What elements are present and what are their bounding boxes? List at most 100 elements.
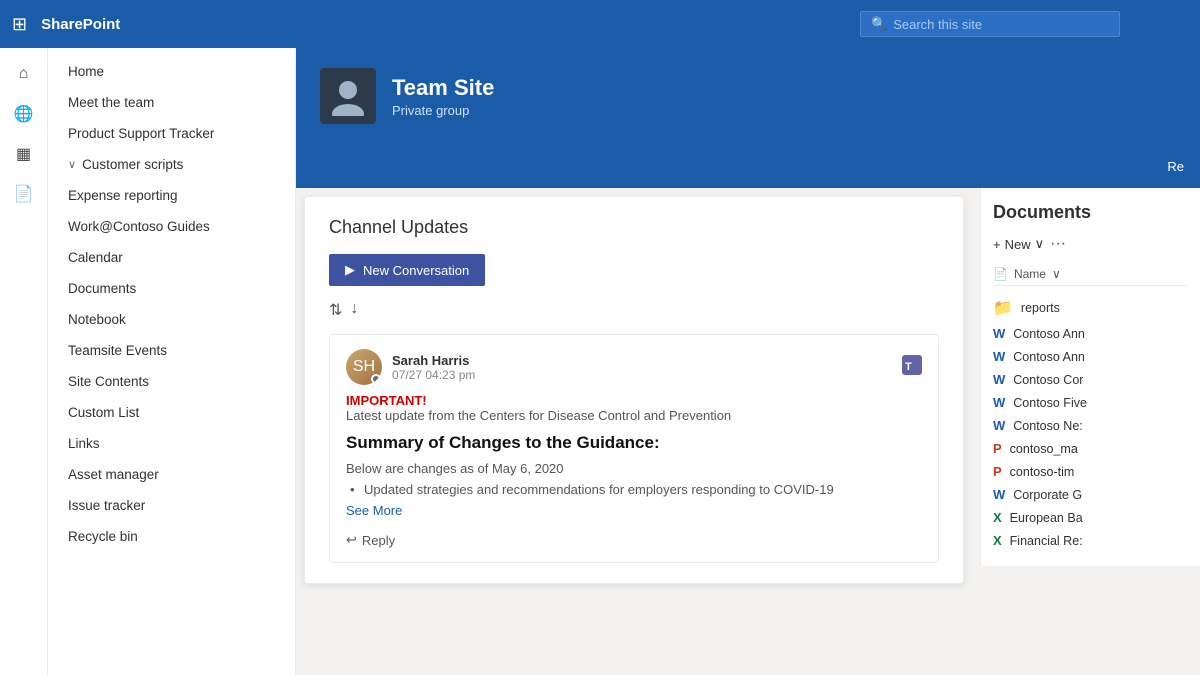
sidebar-label-custom-list: Custom List	[68, 405, 139, 420]
play-icon: ▶	[345, 262, 355, 278]
sidebar-label-issue: Issue tracker	[68, 498, 145, 513]
new-conversation-label: New Conversation	[363, 263, 469, 278]
sidebar-item-issue[interactable]: Issue tracker	[48, 490, 295, 521]
site-title: Team Site	[392, 75, 494, 101]
word-icon-4: W	[993, 418, 1005, 433]
globe-rail-icon[interactable]: 🌐	[6, 96, 42, 132]
doc-row-2[interactable]: W Contoso Cor	[993, 368, 1188, 391]
sort-controls[interactable]: ⇅ ↓	[329, 300, 939, 320]
doc-name-3: Contoso Five	[1013, 396, 1087, 410]
sidebar-item-recycle[interactable]: Recycle bin	[48, 521, 295, 552]
doc-row-3[interactable]: W Contoso Five	[993, 391, 1188, 414]
ppt-icon-0: P	[993, 441, 1002, 456]
see-more-link[interactable]: See More	[346, 503, 402, 518]
search-bar: 🔍	[860, 11, 1120, 37]
doc-row-7[interactable]: W Corporate G	[993, 483, 1188, 506]
sidebar-label-product: Product Support Tracker	[68, 126, 214, 141]
word-icon-0: W	[993, 326, 1005, 341]
new-chevron-icon: ∨	[1035, 236, 1045, 252]
doc-row-8[interactable]: X European Ba	[993, 506, 1188, 529]
channel-title: Channel Updates	[329, 217, 939, 238]
reply-icon: ↩	[346, 532, 357, 548]
svg-text:T: T	[905, 361, 912, 373]
doc-name-0: Contoso Ann	[1013, 327, 1085, 341]
new-document-button[interactable]: + New ∨	[993, 236, 1044, 252]
sidebar-item-links[interactable]: Links	[48, 428, 295, 459]
docs-col-icon: 📄	[993, 267, 1008, 281]
toolbar-re-label: Re	[1167, 159, 1184, 174]
home-rail-icon[interactable]: ⌂	[6, 56, 42, 92]
sidebar-label-home: Home	[68, 64, 104, 79]
sidebar-item-work[interactable]: Work@Contoso Guides	[48, 211, 295, 242]
main-content: Team Site Private group Re Channel Updat…	[296, 48, 1200, 675]
page-rail-icon[interactable]: 📄	[6, 176, 42, 212]
doc-row-0[interactable]: W Contoso Ann	[993, 322, 1188, 345]
doc-name-8: European Ba	[1010, 511, 1083, 525]
doc-row-1[interactable]: W Contoso Ann	[993, 345, 1188, 368]
sidebar-nav: Home Meet the team Product Support Track…	[48, 48, 296, 675]
sidebar-item-home[interactable]: Home	[48, 56, 295, 87]
word-icon-2: W	[993, 372, 1005, 387]
sidebar-item-product[interactable]: Product Support Tracker	[48, 118, 295, 149]
sidebar-label-events: Teamsite Events	[68, 343, 167, 358]
chevron-down-icon: ∨	[68, 158, 76, 171]
sidebar-item-documents[interactable]: Documents	[48, 273, 295, 304]
content-area: Re Channel Updates ▶ New Conversation ⇅ …	[296, 144, 1200, 675]
doc-row-9[interactable]: X Financial Re:	[993, 529, 1188, 552]
sidebar-item-meet[interactable]: Meet the team	[48, 87, 295, 118]
message-sub: Latest update from the Centers for Disea…	[346, 408, 922, 423]
message-date: Below are changes as of May 6, 2020	[346, 461, 922, 476]
sidebar-item-site-contents[interactable]: Site Contents	[48, 366, 295, 397]
new-conversation-button[interactable]: ▶ New Conversation	[329, 254, 485, 286]
doc-row-5[interactable]: P contoso_ma	[993, 437, 1188, 460]
sidebar-item-customer[interactable]: ∨ Customer scripts	[48, 149, 295, 180]
channel-updates-panel: Channel Updates ▶ New Conversation ⇅ ↓ S…	[304, 196, 964, 584]
doc-row-4[interactable]: W Contoso Ne:	[993, 414, 1188, 437]
message-card: SH Sarah Harris 07/27 04:23 pm T	[329, 334, 939, 563]
teams-icon[interactable]: T	[902, 355, 922, 380]
sidebar-item-asset[interactable]: Asset manager	[48, 459, 295, 490]
online-status-dot	[371, 374, 381, 384]
documents-panel: Documents + New ∨ ··· 📄 Name ∨ 📁	[980, 188, 1200, 566]
doc-name-reports: reports	[1021, 301, 1060, 315]
col-sort-icon: ∨	[1052, 267, 1061, 281]
sidebar-label-links: Links	[68, 436, 100, 451]
search-input[interactable]	[893, 17, 1109, 32]
word-icon-1: W	[993, 349, 1005, 364]
site-title-block: Team Site Private group	[392, 75, 494, 118]
doc-name-6: contoso-tim	[1010, 465, 1075, 479]
sidebar-label-work: Work@Contoso Guides	[68, 219, 210, 234]
sidebar-item-notebook[interactable]: Notebook	[48, 304, 295, 335]
word-icon-3: W	[993, 395, 1005, 410]
sidebar-item-events[interactable]: Teamsite Events	[48, 335, 295, 366]
sidebar-label-site-contents: Site Contents	[68, 374, 149, 389]
waffle-icon[interactable]: ⊞	[12, 14, 27, 35]
ppt-icon-1: P	[993, 464, 1002, 479]
sidebar-item-custom-list[interactable]: Custom List	[48, 397, 295, 428]
sort-up-icon[interactable]: ⇅	[329, 300, 342, 320]
excel-icon-1: X	[993, 533, 1002, 548]
sidebar-label-meet: Meet the team	[68, 95, 154, 110]
new-label: New	[1005, 237, 1031, 252]
doc-row-reports[interactable]: 📁 reports	[993, 294, 1188, 322]
sort-down-icon[interactable]: ↓	[350, 300, 358, 320]
doc-row-6[interactable]: P contoso-tim	[993, 460, 1188, 483]
main-layout: ⌂ 🌐 ▦ 📄 Home Meet the team Product Suppo…	[0, 48, 1200, 675]
important-label: IMPORTANT!	[346, 393, 922, 408]
documents-title: Documents	[993, 202, 1188, 223]
message-bullet: Updated strategies and recommendations f…	[346, 482, 922, 497]
site-header: Team Site Private group	[296, 48, 1200, 144]
word-icon-5: W	[993, 487, 1005, 502]
docs-more-button[interactable]: ···	[1050, 235, 1066, 253]
toolbar-strip: Re	[296, 144, 1200, 188]
sidebar-item-expense[interactable]: Expense reporting	[48, 180, 295, 211]
grid-rail-icon[interactable]: ▦	[6, 136, 42, 172]
top-bar: ⊞ SharePoint 🔍	[0, 0, 1200, 48]
message-header: SH Sarah Harris 07/27 04:23 pm T	[346, 349, 922, 385]
sidebar-label-documents: Documents	[68, 281, 136, 296]
message-heading: Summary of Changes to the Guidance:	[346, 433, 922, 453]
avatar-person-icon	[328, 76, 368, 116]
reply-button[interactable]: ↩ Reply	[346, 532, 922, 548]
doc-name-5: contoso_ma	[1010, 442, 1078, 456]
sidebar-item-calendar[interactable]: Calendar	[48, 242, 295, 273]
